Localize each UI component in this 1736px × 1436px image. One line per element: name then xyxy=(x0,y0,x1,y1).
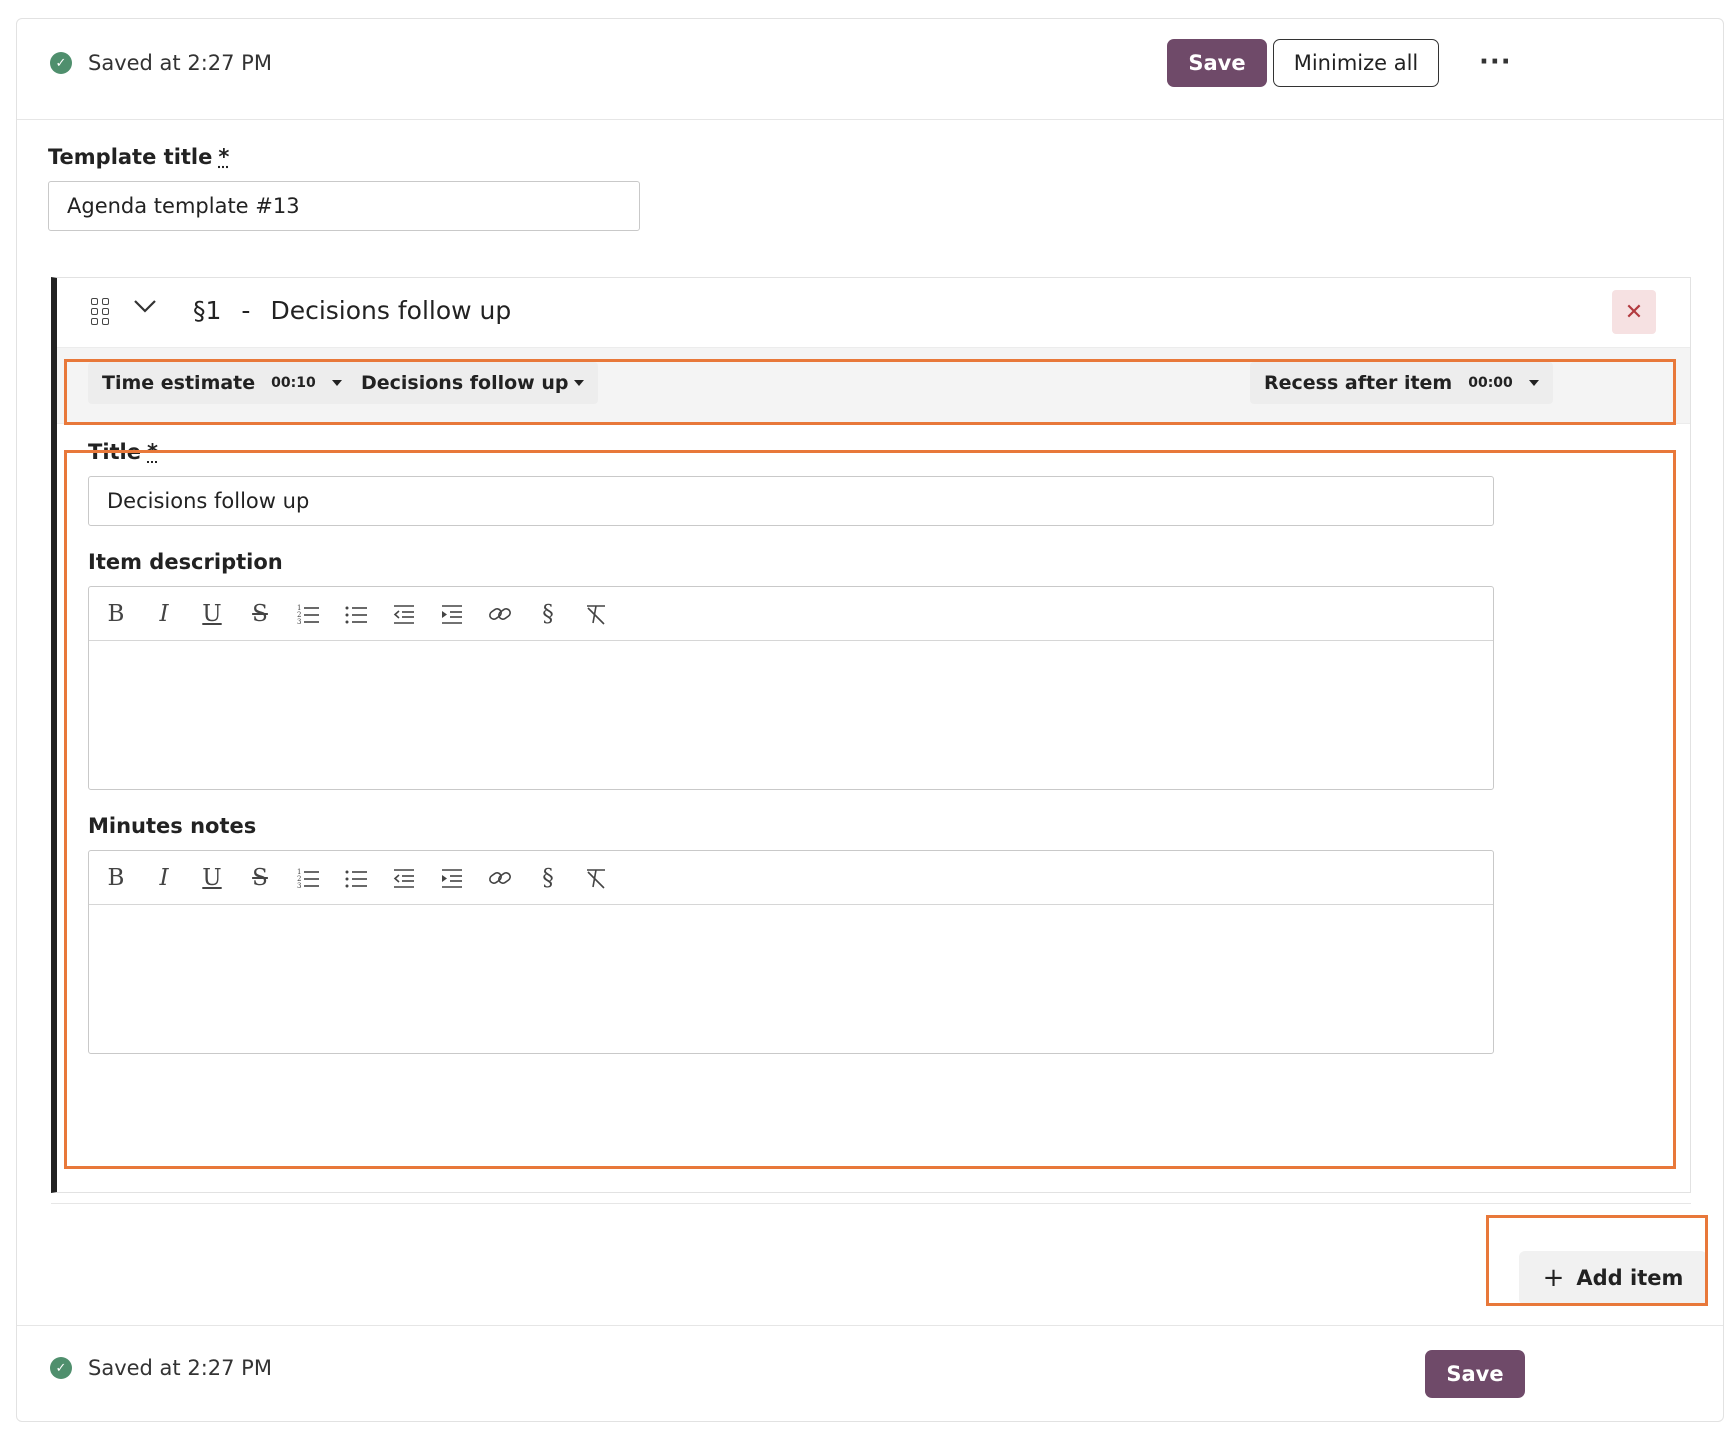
agenda-template-editor: ✓ Saved at 2:27 PM Save Minimize all ···… xyxy=(16,18,1724,1422)
close-icon: ✕ xyxy=(1624,299,1644,325)
item-number: §1 xyxy=(193,296,222,325)
drag-handle-icon[interactable] xyxy=(91,298,111,325)
add-item-button[interactable]: + Add item xyxy=(1519,1251,1707,1305)
footer-save-button[interactable]: Save xyxy=(1425,1350,1525,1398)
bold-icon[interactable]: B xyxy=(103,865,129,891)
plus-icon: + xyxy=(1542,1263,1565,1293)
ordered-list-icon[interactable]: 123 xyxy=(295,865,321,891)
indent-icon[interactable] xyxy=(439,601,465,627)
clear-format-icon[interactable] xyxy=(583,865,609,891)
time-estimate-dropdown[interactable]: Time estimate 00:10 xyxy=(88,362,356,404)
minutes-toolbar: B I U S 123 § xyxy=(89,851,1493,905)
category-label: Decisions follow up xyxy=(361,372,569,394)
item-separator: - xyxy=(241,296,251,325)
item-heading-text: Decisions follow up xyxy=(270,296,512,325)
ordered-list-icon[interactable]: 123 xyxy=(295,601,321,627)
outdent-icon[interactable] xyxy=(391,601,417,627)
underline-icon[interactable]: U xyxy=(199,865,225,891)
strikethrough-icon[interactable]: S xyxy=(247,601,273,627)
saved-status-text: Saved at 2:27 PM xyxy=(88,51,272,75)
recess-value: 00:00 xyxy=(1468,375,1513,391)
italic-icon[interactable]: I xyxy=(151,865,177,891)
save-button[interactable]: Save xyxy=(1167,39,1267,87)
template-title-label: Template title * xyxy=(48,145,229,169)
required-mark: * xyxy=(147,440,158,464)
caret-down-icon xyxy=(1528,380,1539,386)
more-options-icon[interactable]: ··· xyxy=(1479,49,1512,75)
caret-down-icon xyxy=(574,380,585,386)
recess-label: Recess after item xyxy=(1264,372,1453,394)
description-toolbar: B I U S 123 § xyxy=(89,587,1493,641)
time-estimate-label: Time estimate xyxy=(102,372,256,394)
bullet-list-icon[interactable] xyxy=(343,865,369,891)
top-bar: ✓ Saved at 2:27 PM Save Minimize all ··· xyxy=(17,19,1723,120)
template-title-label-text: Template title xyxy=(48,145,213,169)
section-icon[interactable]: § xyxy=(535,865,561,891)
agenda-item-header: §1 - Decisions follow up ✕ xyxy=(57,278,1690,348)
clear-format-icon[interactable] xyxy=(583,601,609,627)
add-item-label: Add item xyxy=(1576,1266,1684,1290)
outdent-icon[interactable] xyxy=(391,865,417,891)
svg-text:3: 3 xyxy=(297,618,301,626)
template-title-input[interactable]: Agenda template #13 xyxy=(48,181,640,231)
item-meta-bar: Time estimate 00:10 Decisions follow up … xyxy=(57,348,1690,424)
minutes-notes-label: Minutes notes xyxy=(88,814,257,838)
recess-dropdown[interactable]: Recess after item 00:00 xyxy=(1250,362,1553,404)
check-circle-icon: ✓ xyxy=(50,1357,72,1379)
time-estimate-value: 00:10 xyxy=(271,375,316,391)
item-title-label-text: Title xyxy=(88,440,142,464)
agenda-item-heading: §1 - Decisions follow up xyxy=(193,296,511,325)
indent-icon[interactable] xyxy=(439,865,465,891)
strikethrough-icon[interactable]: S xyxy=(247,865,273,891)
description-content-area[interactable] xyxy=(89,641,1493,789)
caret-down-icon xyxy=(331,380,342,386)
agenda-item: §1 - Decisions follow up ✕ Time estimate… xyxy=(51,277,1691,1193)
footer-bar: ✓ Saved at 2:27 PM Save xyxy=(17,1325,1723,1423)
footer-saved-status: ✓ Saved at 2:27 PM xyxy=(50,1356,272,1380)
category-dropdown[interactable]: Decisions follow up xyxy=(347,362,599,404)
italic-icon[interactable]: I xyxy=(151,601,177,627)
required-mark: * xyxy=(218,145,230,169)
item-description-editor: B I U S 123 § xyxy=(88,586,1494,790)
chevron-down-icon[interactable] xyxy=(131,292,159,320)
link-icon[interactable] xyxy=(487,601,513,627)
divider xyxy=(51,1203,1691,1204)
bold-icon[interactable]: B xyxy=(103,601,129,627)
bullet-list-icon[interactable] xyxy=(343,601,369,627)
svg-text:3: 3 xyxy=(297,882,301,890)
minutes-notes-editor: B I U S 123 § xyxy=(88,850,1494,1054)
remove-item-button[interactable]: ✕ xyxy=(1612,290,1656,334)
minimize-all-button[interactable]: Minimize all xyxy=(1273,39,1439,87)
item-title-input[interactable]: Decisions follow up xyxy=(88,476,1494,526)
saved-status: ✓ Saved at 2:27 PM xyxy=(50,51,272,75)
check-circle-icon: ✓ xyxy=(50,52,72,74)
item-description-label: Item description xyxy=(88,550,283,574)
underline-icon[interactable]: U xyxy=(199,601,225,627)
item-title-label: Title * xyxy=(88,440,158,464)
minutes-content-area[interactable] xyxy=(89,905,1493,1053)
footer-saved-status-text: Saved at 2:27 PM xyxy=(88,1356,272,1380)
link-icon[interactable] xyxy=(487,865,513,891)
section-icon[interactable]: § xyxy=(535,601,561,627)
